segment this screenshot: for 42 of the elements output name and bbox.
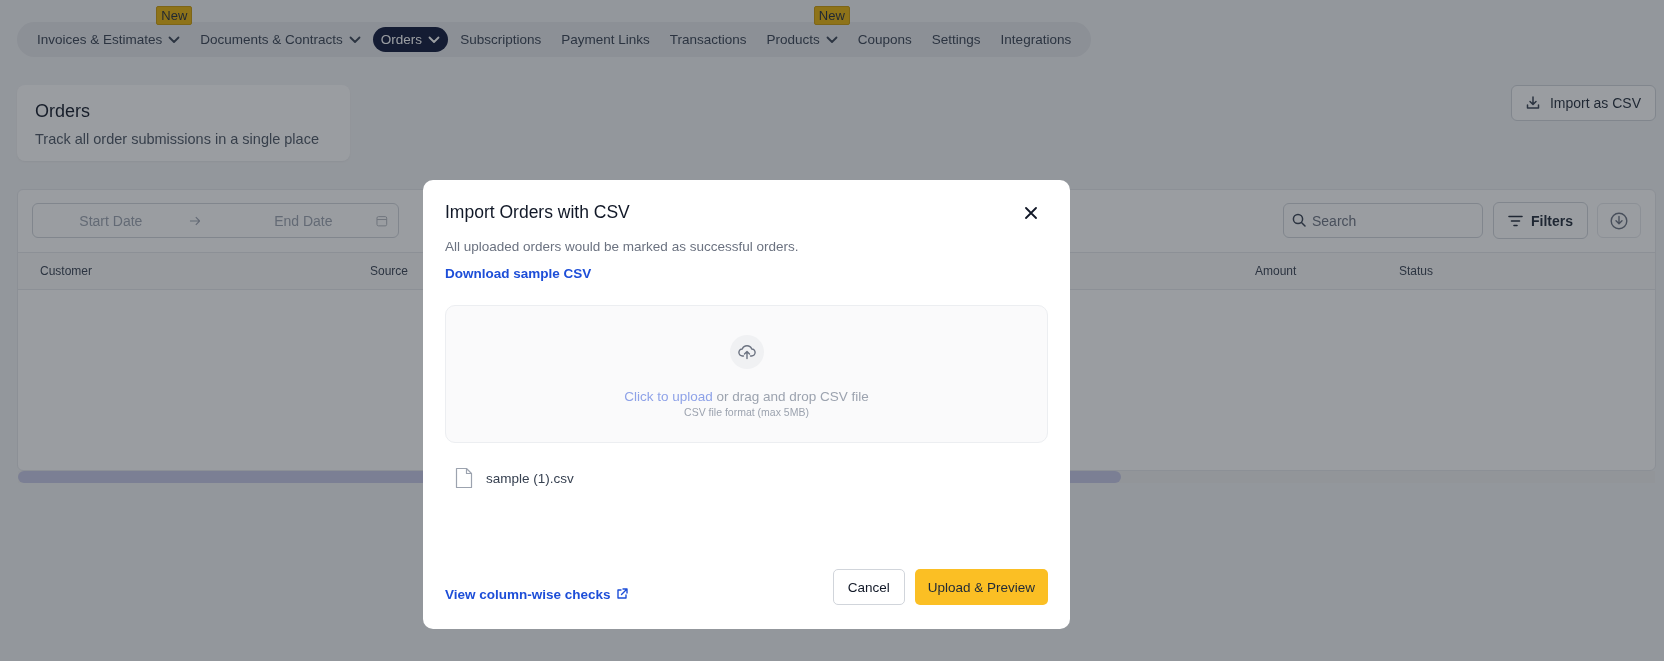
download-sample-link[interactable]: Download sample CSV xyxy=(445,266,592,281)
file-format-hint: CSV file format (max 5MB) xyxy=(684,406,809,418)
nav-tab[interactable]: Documents & Contracts xyxy=(192,27,369,52)
column-header: Customer xyxy=(40,264,92,278)
page-title: Orders xyxy=(35,101,91,122)
search-field[interactable]: Search xyxy=(1283,203,1483,238)
nav-tab[interactable]: Products xyxy=(758,27,846,52)
external-link-icon xyxy=(615,588,628,600)
download-button[interactable] xyxy=(1597,203,1641,238)
nav-tab[interactable]: Settings xyxy=(923,27,989,52)
page-subtitle: Track all order submissions in a single place xyxy=(35,131,320,147)
dropzone-instructions: Click to upload or drag and drop CSV file xyxy=(624,389,869,404)
download-circle-icon xyxy=(1610,211,1628,230)
new-badge: New xyxy=(813,6,850,25)
cancel-button[interactable]: Cancel xyxy=(832,569,905,605)
download-icon xyxy=(1525,96,1540,110)
new-badge: New xyxy=(156,6,193,25)
cloud-upload-icon xyxy=(737,344,756,360)
dialog-description: All uploaded orders would be marked as successful orders. xyxy=(445,239,800,254)
file-name: sample (1).csv xyxy=(486,470,574,486)
nav-tab[interactable]: Orders xyxy=(372,27,449,52)
dialog-title: Import Orders with CSV xyxy=(445,202,630,223)
filter-icon xyxy=(1508,214,1523,227)
calendar-icon xyxy=(376,214,388,227)
nav-tab[interactable]: Invoices & Estimates xyxy=(29,27,189,52)
search-icon xyxy=(1292,213,1306,227)
nav-tab[interactable]: Payment Links xyxy=(553,27,658,52)
file-icon xyxy=(455,467,473,489)
close-icon xyxy=(1025,206,1037,219)
nav-tab[interactable]: Subscriptions xyxy=(452,27,550,52)
upload-preview-button[interactable]: Upload & Preview xyxy=(914,569,1048,605)
import-csv-button[interactable]: Import as CSV xyxy=(1510,85,1656,121)
column-checks-link[interactable]: View column-wise checks xyxy=(445,586,628,602)
column-header: Status xyxy=(1399,264,1434,278)
file-dropzone[interactable]: Click to upload or drag and drop CSV file CSV file format (max 5MB) xyxy=(445,305,1048,443)
nav-tab[interactable]: Integrations xyxy=(992,27,1080,52)
column-header: Source xyxy=(370,264,409,278)
nav-tab[interactable]: Transactions xyxy=(661,27,755,52)
nav-tab[interactable]: Coupons xyxy=(849,27,920,52)
filters-button[interactable]: Filters xyxy=(1493,202,1588,239)
arrow-right-icon xyxy=(188,215,201,226)
column-header: Amount xyxy=(1255,264,1297,278)
